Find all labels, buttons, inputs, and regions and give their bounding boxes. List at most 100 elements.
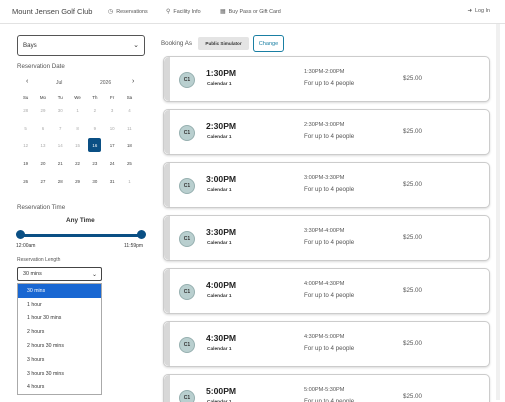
- calendar-week-row: 5 6 7 8 9 10 11: [17, 120, 145, 138]
- weekday-label: Fr: [110, 94, 115, 100]
- grid-icon: ▦: [220, 9, 226, 15]
- nav-reservations[interactable]: ◷ Reservations: [108, 8, 148, 16]
- slot-range: 3:00PM-3:30PM: [304, 175, 345, 181]
- prev-month-icon[interactable]: ‹: [26, 78, 28, 85]
- slot-time: 2:30PM: [206, 121, 237, 131]
- reservation-length-value: 30 mins: [23, 271, 42, 277]
- time-slot-card[interactable]: C15:00PMCalendar 15:00PM-5:30PMFor up to…: [163, 374, 490, 402]
- slot-calendar: Calendar 1: [207, 188, 232, 193]
- length-option[interactable]: 4 hours: [18, 381, 101, 395]
- time-slider-max-label: 11:59pm: [124, 243, 144, 249]
- slot-range: 5:00PM-5:30PM: [304, 387, 345, 393]
- bays-select[interactable]: Bays ⌄: [17, 35, 145, 56]
- calendar-week-row: 19 20 21 22 23 24 25: [17, 155, 145, 173]
- calendar-day[interactable]: 17: [103, 143, 120, 148]
- length-option[interactable]: 1 hour 30 mins: [18, 312, 101, 326]
- length-option[interactable]: 1 hour: [18, 298, 101, 312]
- length-option[interactable]: 2 hours: [18, 325, 101, 339]
- chevron-down-icon: ⌄: [133, 42, 139, 49]
- login-icon: ➜: [467, 8, 472, 14]
- calendar-day[interactable]: 29: [69, 179, 86, 184]
- calendar-day[interactable]: 3: [103, 108, 120, 113]
- calendar-day[interactable]: 27: [34, 179, 51, 184]
- login-label: Log In: [475, 8, 490, 14]
- time-slider-track[interactable]: [20, 234, 142, 237]
- brand-name[interactable]: Mount Jensen Golf Club: [12, 7, 92, 16]
- calendar-day[interactable]: 21: [52, 161, 69, 166]
- nav-facility-info[interactable]: ⚲ Facility Info: [166, 8, 201, 16]
- slot-time: 4:00PM: [206, 280, 237, 290]
- slot-price: $25.00: [403, 287, 422, 294]
- time-slot-card[interactable]: C1 3:00PM Calendar 1 3:00PM-3:30PM For up to…: [163, 162, 490, 208]
- bays-select-value: Bays: [23, 42, 37, 49]
- slot-time: 4:30PM: [206, 333, 237, 343]
- nav-buy-pass-label: Buy Pass or Gift Card: [228, 8, 281, 15]
- slot-price: $25.00: [403, 75, 422, 82]
- calendar-day[interactable]: 23: [86, 161, 103, 166]
- calendar-day[interactable]: 12: [17, 143, 34, 148]
- time-slot-card[interactable]: C1 2:30PM Calendar 1 2:30PM-3:00PM For up to…: [163, 109, 490, 155]
- calendar-day[interactable]: 22: [69, 161, 86, 166]
- calendar-month[interactable]: Jul: [56, 80, 62, 86]
- calendar-day[interactable]: 31: [103, 179, 120, 184]
- calendar-day[interactable]: 24: [103, 161, 120, 166]
- slot-range: 1:30PM-2:00PM: [304, 69, 345, 75]
- slot-accent-bar: [164, 322, 170, 366]
- calendar-day[interactable]: 6: [34, 126, 51, 131]
- time-slider-max-handle[interactable]: [137, 230, 146, 239]
- calendar-weeks: 28 29 30 1 2 3 4 5 6 7 8 9 10 11 12 13 14 15 16 17 18 19 20 21 2…: [17, 102, 145, 190]
- calendar-day[interactable]: 8: [69, 126, 86, 131]
- calendar-day[interactable]: 11: [121, 126, 138, 131]
- calendar-day[interactable]: 25: [121, 161, 138, 166]
- calendar-day[interactable]: 30: [52, 108, 69, 113]
- time-slot-card[interactable]: C1 3:30PM Calendar 1 3:30PM-4:00PM For up to…: [163, 215, 490, 261]
- page-scrollbar[interactable]: [496, 24, 500, 400]
- calendar-day[interactable]: 15: [69, 143, 86, 148]
- time-slot-card[interactable]: C1 4:00PM Calendar 1 4:00PM-4:30PM For up to…: [163, 268, 490, 314]
- length-option[interactable]: 3 hours 30 mins: [18, 367, 101, 381]
- booking-as-label: Booking As: [161, 40, 192, 47]
- time-slider-min-handle[interactable]: [16, 230, 25, 239]
- calendar-day[interactable]: 28: [17, 108, 34, 113]
- calendar-day[interactable]: 20: [34, 161, 51, 166]
- calendar-day[interactable]: 7: [52, 126, 69, 131]
- change-button[interactable]: Change: [253, 35, 284, 52]
- nav-buy-pass[interactable]: ▦ Buy Pass or Gift Card: [220, 8, 281, 16]
- calendar-badge: C1: [179, 390, 195, 402]
- length-option[interactable]: 30 mins: [18, 284, 101, 298]
- calendar-day[interactable]: 13: [34, 143, 51, 148]
- calendar-day[interactable]: 28: [52, 179, 69, 184]
- calendar-day[interactable]: 4: [121, 108, 138, 113]
- calendar-day[interactable]: 29: [34, 108, 51, 113]
- calendar-year[interactable]: 2026: [100, 80, 111, 86]
- length-option[interactable]: 2 hours 30 mins: [18, 339, 101, 353]
- calendar-badge: C1: [179, 231, 195, 247]
- reservation-length-options: 30 mins 1 hour 1 hour 30 mins 2 hours 2 …: [17, 283, 102, 395]
- calendar-day[interactable]: 5: [17, 126, 34, 131]
- reservation-length-select[interactable]: 30 mins ⌄: [17, 267, 102, 281]
- calendar-day[interactable]: 2: [86, 108, 103, 113]
- slot-accent-bar: [164, 269, 170, 313]
- calendar-day[interactable]: 16: [86, 138, 103, 153]
- calendar-day[interactable]: 10: [103, 126, 120, 131]
- slot-accent-bar: [164, 216, 170, 260]
- time-slot-card[interactable]: C1 1:30PM Calendar 1 1:30PM-2:00PM For up to…: [163, 56, 490, 102]
- calendar-day[interactable]: 26: [17, 179, 34, 184]
- calendar-day[interactable]: 1: [121, 179, 138, 184]
- login-link[interactable]: ➜ Log In: [467, 8, 490, 14]
- calendar-day[interactable]: 19: [17, 161, 34, 166]
- next-month-icon[interactable]: ›: [132, 78, 134, 85]
- slot-calendar: Calendar 1: [207, 241, 232, 246]
- time-slot-card[interactable]: C1 4:30PM Calendar 1 4:30PM-5:00PM For up to…: [163, 321, 490, 367]
- length-option[interactable]: 3 hours: [18, 353, 101, 367]
- calendar-day[interactable]: 18: [121, 143, 138, 148]
- top-nav: Mount Jensen Golf Club ◷ Reservations ⚲ …: [0, 0, 505, 24]
- slot-calendar: Calendar 1: [207, 347, 232, 352]
- calendar-day[interactable]: 14: [52, 143, 69, 148]
- calendar-day[interactable]: 30: [86, 179, 103, 184]
- calendar-badge: C1: [179, 125, 195, 141]
- calendar-day[interactable]: 9: [86, 126, 103, 131]
- calendar-day[interactable]: 1: [69, 108, 86, 113]
- slot-capacity: For up to 4 people: [304, 345, 355, 352]
- weekday-label: Tu: [57, 94, 63, 100]
